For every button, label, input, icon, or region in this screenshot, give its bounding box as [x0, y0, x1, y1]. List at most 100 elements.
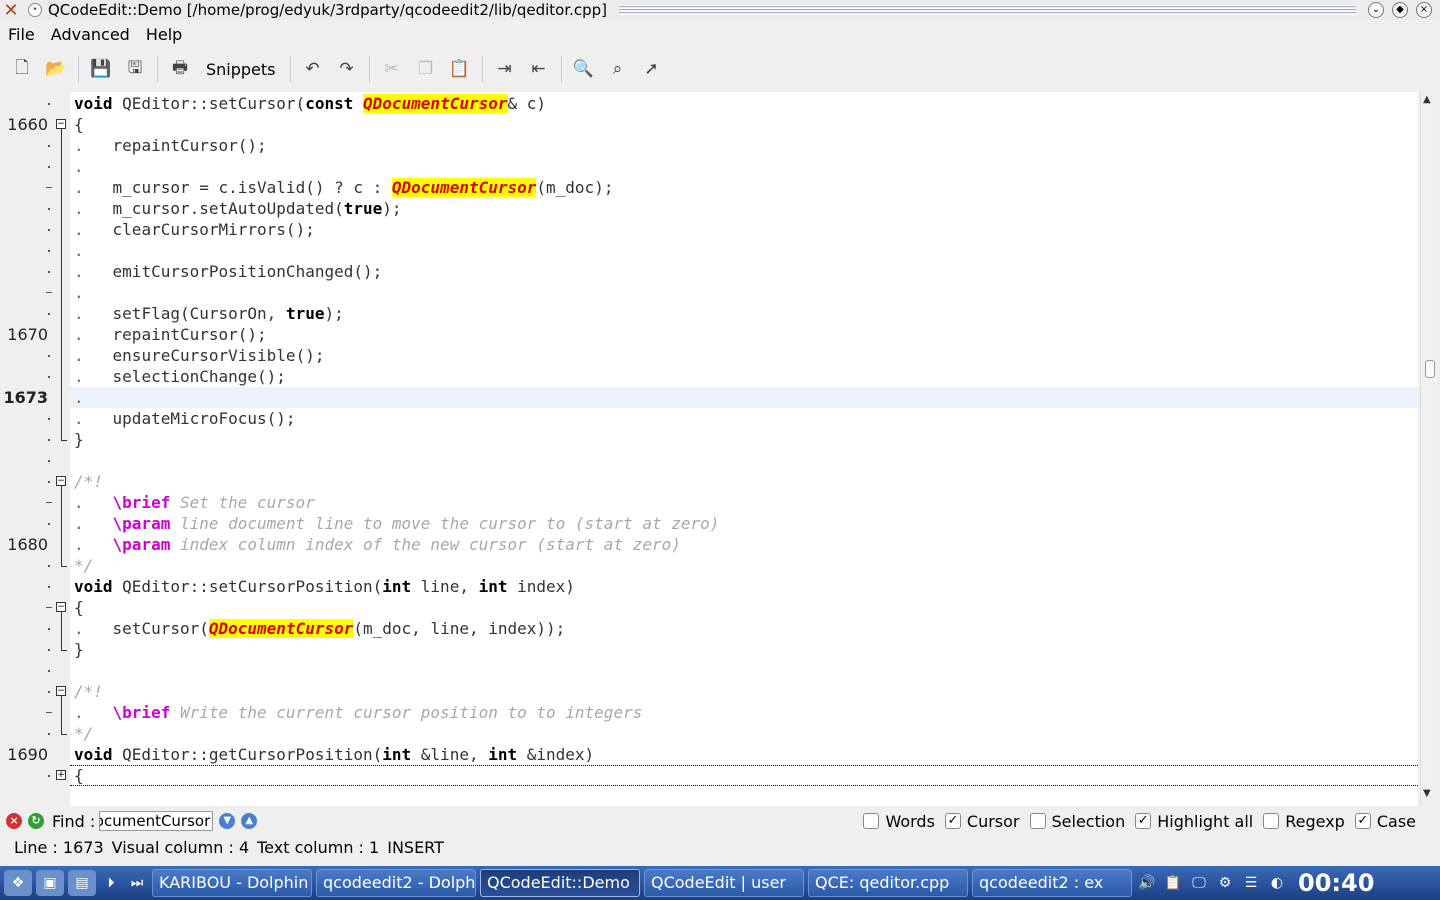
undo-icon[interactable]: ↶: [299, 55, 327, 83]
code-editor: 1660 1670 1673 1680 1690− − − − + void QEditor::…: [0, 92, 1440, 806]
collapse-fold-icon[interactable]: −: [56, 686, 66, 696]
checkbox[interactable]: [1029, 813, 1046, 829]
update-icon[interactable]: ◐: [1266, 872, 1288, 894]
find-icon[interactable]: 🔍: [570, 55, 598, 83]
code-area[interactable]: void QEditor::setCursor(const QDocumentC…: [70, 92, 1418, 806]
gutter-marker: [48, 481, 50, 483]
clipboard-icon[interactable]: 📋: [1162, 872, 1184, 894]
toolbar: 🗋 📂 💾 🖫 🖶 Snippets ↶ ↷ ✂ ❐ 📋 ⇥ ⇤ 🔍 ⌕ ➚: [8, 52, 666, 86]
code-line: {: [74, 115, 84, 134]
media-play-icon[interactable]: ⏵: [100, 872, 122, 894]
find-label: Find :: [52, 811, 96, 831]
copy-icon[interactable]: ❐: [412, 55, 440, 83]
start-menu-icon[interactable]: ❖: [4, 870, 32, 896]
save-all-icon[interactable]: 🖫: [121, 55, 149, 83]
media-next-icon[interactable]: ⏭: [126, 872, 148, 894]
volume-icon[interactable]: 🔊: [1136, 872, 1158, 894]
option-selection[interactable]: Selection: [1029, 812, 1125, 831]
option-cursor[interactable]: ✓ Cursor: [944, 812, 1020, 831]
checkbox[interactable]: ✓: [944, 813, 961, 829]
menu-help[interactable]: Help: [138, 25, 190, 44]
paste-icon[interactable]: 📋: [446, 55, 474, 83]
find-next-icon[interactable]: ▼: [219, 813, 236, 829]
taskbar-task[interactable]: QCodeEdit | user: [644, 869, 804, 897]
gutter-marker: [48, 523, 50, 525]
scroll-down-icon[interactable]: ▼: [1423, 788, 1431, 799]
code-line: . \brief Write the current cursor positi…: [74, 703, 643, 722]
network-icon[interactable]: ⚙: [1214, 872, 1236, 894]
option-case[interactable]: ✓ Case: [1354, 812, 1416, 831]
line-number: 1673: [3, 388, 48, 407]
save-icon[interactable]: 💾: [87, 55, 115, 83]
redo-icon[interactable]: ↷: [333, 55, 361, 83]
taskbar-task[interactable]: qcodeedit2 : ex: [972, 869, 1132, 897]
option-label: Words: [885, 811, 935, 831]
scrollbar-thumb[interactable]: [1425, 360, 1435, 378]
option-words[interactable]: Words: [863, 811, 935, 831]
line-number: 1660: [7, 115, 48, 134]
code-line: . \brief Set the cursor: [74, 493, 315, 512]
window-menu-icon[interactable]: •: [28, 3, 42, 17]
taskbar-task[interactable]: qcodeedit2 - Dolphin: [316, 869, 476, 897]
collapse-fold-icon[interactable]: −: [56, 602, 66, 612]
expand-fold-icon[interactable]: +: [56, 770, 66, 780]
checkbox[interactable]: ✓: [1354, 813, 1371, 829]
gutter-marker: [48, 313, 50, 315]
scroll-up-icon[interactable]: ▲: [1423, 94, 1431, 105]
print-icon[interactable]: 🖶: [166, 55, 194, 83]
gutter-marker: [48, 229, 50, 231]
checkbox[interactable]: ✓: [1135, 813, 1152, 829]
taskbar-task[interactable]: QCodeEdit::Demo: [480, 869, 640, 897]
goto-line-icon[interactable]: ➚: [638, 55, 666, 83]
gutter-marker: [48, 250, 50, 252]
gutter-marker: [48, 439, 50, 441]
collapse-fold-icon[interactable]: −: [56, 119, 66, 129]
code-line: void QEditor::getCursorPosition(int &lin…: [74, 745, 595, 764]
open-file-icon[interactable]: 📂: [42, 55, 70, 83]
cut-icon[interactable]: ✂: [378, 55, 406, 83]
pager-icon[interactable]: ▤: [68, 870, 96, 896]
indent-icon[interactable]: ⇥: [491, 55, 519, 83]
checkbox[interactable]: [1263, 813, 1280, 829]
option-highlight-all[interactable]: ✓ Highlight all: [1135, 812, 1253, 831]
snippets-button[interactable]: Snippets: [200, 60, 282, 79]
maximize-button[interactable]: ◆: [1392, 2, 1408, 18]
fold-range-line: [61, 129, 62, 440]
menu-bar: File Advanced Help: [0, 22, 190, 46]
code-line: .: [74, 388, 84, 407]
feed-icon[interactable]: ☰: [1240, 872, 1262, 894]
refresh-find-icon[interactable]: ↻: [28, 813, 44, 829]
find-input[interactable]: QDocumentCursor: [99, 811, 214, 831]
toolbar-separator: [157, 56, 158, 82]
title-bar-decoration: [619, 5, 1356, 15]
gutter-marker: [48, 565, 50, 567]
app-icon[interactable]: ✕: [0, 0, 22, 21]
close-button[interactable]: ×: [1416, 2, 1432, 18]
status-line: Line : 1673: [14, 837, 104, 857]
checkbox[interactable]: [863, 813, 880, 829]
taskbar-task[interactable]: KARIBOU - Dolphin: [152, 869, 312, 897]
replace-icon[interactable]: ⌕: [604, 55, 632, 83]
new-file-icon[interactable]: 🗋: [8, 55, 36, 83]
taskbar-task[interactable]: QCE: qeditor.cpp: [808, 869, 968, 897]
vertical-scrollbar[interactable]: ▲ ▼: [1420, 92, 1438, 806]
task-list: KARIBOU - Dolphin qcodeedit2 - Dolphin QCo…: [148, 869, 1132, 897]
gutter-marker: [48, 691, 50, 693]
menu-advanced[interactable]: Advanced: [43, 25, 138, 44]
code-line: . clearCursorMirrors();: [74, 220, 315, 239]
close-find-icon[interactable]: ×: [6, 813, 22, 829]
find-bar: × ↻ Find : QDocumentCursor ▼ ▲ Words ✓ Cur…: [0, 808, 1440, 834]
desktop-icon[interactable]: ▣: [36, 870, 64, 896]
code-line: .: [74, 157, 84, 176]
display-icon[interactable]: 🖵: [1188, 872, 1210, 894]
find-previous-icon[interactable]: ▲: [241, 813, 258, 829]
taskbar: ❖ ▣ ▤ ⏵ ⏭ KARIBOU - Dolphin qcodeedit2 - …: [0, 866, 1440, 900]
code-line: */: [74, 724, 94, 743]
minimize-button[interactable]: ⌄: [1368, 2, 1384, 18]
gutter-marker: [46, 292, 52, 293]
option-regexp[interactable]: Regexp: [1263, 812, 1345, 831]
collapse-fold-icon[interactable]: −: [56, 476, 66, 486]
menu-file[interactable]: File: [0, 25, 43, 44]
title-bar: ✕ • QCodeEdit::Demo [/home/prog/edyuk/3r…: [0, 0, 1440, 21]
unindent-icon[interactable]: ⇤: [525, 55, 553, 83]
